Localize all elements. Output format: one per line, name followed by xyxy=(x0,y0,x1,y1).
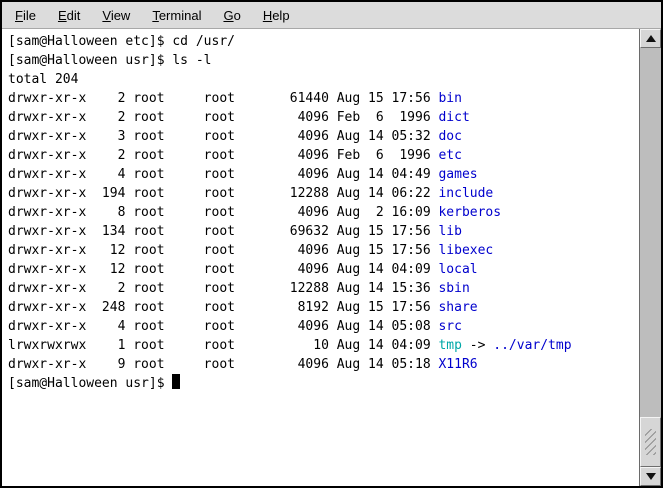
terminal-line: drwxr-xr-x 2 root root 4096 Feb 6 1996 d… xyxy=(8,108,639,127)
menu-help-label-rest: elp xyxy=(272,8,289,23)
scrollbar-track[interactable] xyxy=(640,48,661,467)
terminal-line: total 204 xyxy=(8,70,639,89)
terminal-text: [sam@Halloween etc]$ cd /usr/ xyxy=(8,34,235,49)
menu-file[interactable]: File xyxy=(12,6,39,25)
directory-name: lib xyxy=(438,224,461,239)
block-cursor xyxy=(172,374,180,389)
terminal-text: drwxr-xr-x 12 root root 4096 Aug 14 04:0… xyxy=(8,262,438,277)
terminal-text: drwxr-xr-x 194 root root 12288 Aug 14 06… xyxy=(8,186,438,201)
directory-name: games xyxy=(438,167,477,182)
menu-terminal[interactable]: Terminal xyxy=(149,6,204,25)
terminal-text: drwxr-xr-x 3 root root 4096 Aug 14 05:32 xyxy=(8,129,438,144)
terminal-text: [sam@Halloween usr]$ ls -l xyxy=(8,53,212,68)
directory-name: doc xyxy=(438,129,461,144)
terminal-line: drwxr-xr-x 2 root root 12288 Aug 14 15:3… xyxy=(8,279,639,298)
terminal-line: drwxr-xr-x 8 root root 4096 Aug 2 16:09 … xyxy=(8,203,639,222)
terminal-line: [sam@Halloween usr]$ ls -l xyxy=(8,51,639,70)
terminal-output[interactable]: [sam@Halloween etc]$ cd /usr/ [sam@Hallow… xyxy=(2,29,639,486)
menu-go[interactable]: Go xyxy=(220,6,243,25)
terminal-line: drwxr-xr-x 248 root root 8192 Aug 15 17:… xyxy=(8,298,639,317)
menu-edit-label: E xyxy=(58,8,67,23)
terminal-text: drwxr-xr-x 4 root root 4096 Aug 14 04:49 xyxy=(8,167,438,182)
terminal-text: -> xyxy=(462,338,493,353)
scrollbar[interactable] xyxy=(639,29,661,486)
menu-edit[interactable]: Edit xyxy=(55,6,83,25)
terminal-text: lrwxrwxrwx 1 root root 10 Aug 14 04:09 xyxy=(8,338,438,353)
terminal-line: drwxr-xr-x 2 root root 61440 Aug 15 17:5… xyxy=(8,89,639,108)
directory-name: include xyxy=(438,186,493,201)
directory-name: ../var/tmp xyxy=(493,338,571,353)
terminal-text: [sam@Halloween usr]$ xyxy=(8,376,172,391)
terminal-text: drwxr-xr-x 4 root root 4096 Aug 14 05:08 xyxy=(8,319,438,334)
terminal-line: [sam@Halloween etc]$ cd /usr/ xyxy=(8,32,639,51)
terminal-line: drwxr-xr-x 134 root root 69632 Aug 15 17… xyxy=(8,222,639,241)
directory-name: etc xyxy=(438,148,461,163)
menu-view[interactable]: View xyxy=(99,6,133,25)
terminal-line: drwxr-xr-x 3 root root 4096 Aug 14 05:32… xyxy=(8,127,639,146)
terminal-text: total 204 xyxy=(8,72,78,87)
terminal-line: drwxr-xr-x 2 root root 4096 Feb 6 1996 e… xyxy=(8,146,639,165)
directory-name: X11R6 xyxy=(438,357,477,372)
directory-name: kerberos xyxy=(438,205,501,220)
directory-name: bin xyxy=(438,91,461,106)
menu-view-label-rest: iew xyxy=(111,8,131,23)
menu-file-label-rest: ile xyxy=(23,8,36,23)
directory-name: src xyxy=(438,319,461,334)
directory-name: sbin xyxy=(438,281,469,296)
menu-file-label: F xyxy=(15,8,23,23)
terminal-text: drwxr-xr-x 12 root root 4096 Aug 15 17:5… xyxy=(8,243,438,258)
scroll-up-button[interactable] xyxy=(640,29,661,48)
terminal-line: drwxr-xr-x 194 root root 12288 Aug 14 06… xyxy=(8,184,639,203)
terminal-text: drwxr-xr-x 248 root root 8192 Aug 15 17:… xyxy=(8,300,438,315)
terminal-line: drwxr-xr-x 12 root root 4096 Aug 14 04:0… xyxy=(8,260,639,279)
scroll-down-button[interactable] xyxy=(640,467,661,486)
terminal-text: drwxr-xr-x 2 root root 12288 Aug 14 15:3… xyxy=(8,281,438,296)
menu-go-label: G xyxy=(223,8,233,23)
terminal-window: File Edit View Terminal Go Help [sam@Hal… xyxy=(0,0,663,488)
terminal-text: drwxr-xr-x 8 root root 4096 Aug 2 16:09 xyxy=(8,205,438,220)
menu-view-label: V xyxy=(102,8,110,23)
terminal-line: lrwxrwxrwx 1 root root 10 Aug 14 04:09 t… xyxy=(8,336,639,355)
menu-go-label-rest: o xyxy=(234,8,241,23)
terminal-text: drwxr-xr-x 2 root root 4096 Feb 6 1996 xyxy=(8,148,438,163)
menu-edit-label-rest: dit xyxy=(67,8,81,23)
terminal-text: drwxr-xr-x 134 root root 69632 Aug 15 17… xyxy=(8,224,438,239)
directory-name: local xyxy=(438,262,477,277)
menu-terminal-label-rest: erminal xyxy=(159,8,202,23)
menu-help[interactable]: Help xyxy=(260,6,293,25)
symlink-name: tmp xyxy=(438,338,461,353)
directory-name: dict xyxy=(438,110,469,125)
terminal-line: drwxr-xr-x 9 root root 4096 Aug 14 05:18… xyxy=(8,355,639,374)
terminal-text: drwxr-xr-x 9 root root 4096 Aug 14 05:18 xyxy=(8,357,438,372)
scroll-down-icon xyxy=(646,473,656,480)
directory-name: share xyxy=(438,300,477,315)
terminal-line: drwxr-xr-x 12 root root 4096 Aug 15 17:5… xyxy=(8,241,639,260)
scroll-up-icon xyxy=(646,35,656,42)
menu-bar: File Edit View Terminal Go Help xyxy=(2,2,661,29)
scrollbar-thumb[interactable] xyxy=(640,417,661,467)
terminal-line: drwxr-xr-x 4 root root 4096 Aug 14 05:08… xyxy=(8,317,639,336)
scrollbar-thumb-grip xyxy=(645,429,656,455)
directory-name: libexec xyxy=(438,243,493,258)
terminal-text: drwxr-xr-x 2 root root 61440 Aug 15 17:5… xyxy=(8,91,438,106)
terminal-line: [sam@Halloween usr]$ xyxy=(8,374,639,393)
menu-help-label: H xyxy=(263,8,272,23)
terminal-text: drwxr-xr-x 2 root root 4096 Feb 6 1996 xyxy=(8,110,438,125)
terminal-line: drwxr-xr-x 4 root root 4096 Aug 14 04:49… xyxy=(8,165,639,184)
